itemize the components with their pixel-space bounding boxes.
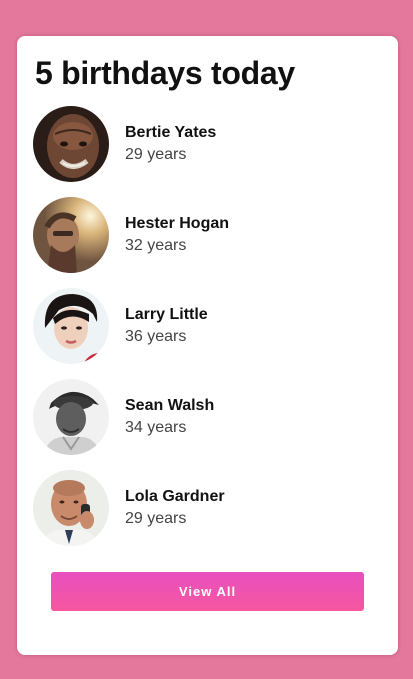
avatar-photo [33, 288, 109, 364]
avatar-photo [33, 379, 109, 455]
list-item: Bertie Yates 29 years [33, 106, 373, 182]
avatar [33, 288, 109, 364]
avatar-photo [33, 106, 109, 182]
person-name: Hester Hogan [125, 215, 230, 232]
person-age: 29 years [125, 510, 187, 527]
avatar-photo [33, 470, 109, 546]
avatar [33, 197, 109, 273]
list-item: Lola Gardner 29 years [33, 470, 373, 546]
person-name: Bertie Yates [125, 124, 217, 141]
list-item: Larry Little 36 years [33, 288, 373, 364]
list-item: Sean Walsh 34 years [33, 379, 373, 455]
person-name: Lola Gardner [125, 488, 225, 505]
avatar [33, 470, 109, 546]
person-age: 32 years [125, 237, 187, 254]
person-name: Larry Little [125, 306, 208, 323]
person-age: 29 years [125, 146, 187, 163]
person-name: Sean Walsh [125, 397, 215, 414]
card-title: 5 birthdays today [35, 55, 295, 91]
birthdays-card: 5 birthdays today Bertie Yates 29 years [17, 36, 398, 655]
list-item: Hester Hogan 32 years [33, 197, 373, 273]
avatar [33, 379, 109, 455]
person-age: 34 years [125, 419, 187, 436]
view-all-button[interactable]: View All [51, 572, 364, 611]
avatar-photo [33, 197, 109, 273]
avatar [33, 106, 109, 182]
person-age: 36 years [125, 328, 187, 345]
